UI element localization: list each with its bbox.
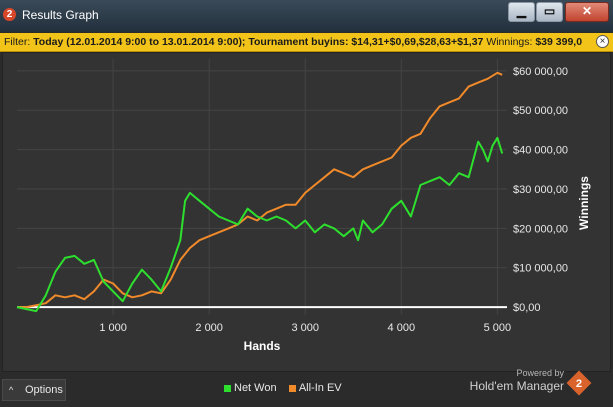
legend-label-net-won: Net Won [234,382,277,394]
legend-swatch-all-in-ev [288,384,296,392]
x-tick-label: 1 000 [99,322,127,334]
filter-buyins-label: Tournament buyins: [248,36,349,48]
options-button[interactable]: ^ Options [2,379,66,401]
x-tick-label: 3 000 [291,322,319,334]
chevron-up-icon: ^ [9,385,14,395]
y-tick-label: $10 000,00 [513,263,568,275]
chart-grid [17,59,507,315]
y-tick-label: $30 000,00 [513,184,568,196]
maximize-icon: ▭ [543,4,556,18]
title-bar: 2 Results Graph ▁ ▭ ✕ [0,0,613,32]
powered-by-brand[interactable]: Powered by Hold'em Manager 2 [469,368,592,398]
x-tick-label: 2 000 [195,322,223,334]
minimize-icon: ▁ [516,4,527,18]
window-title: Results Graph [22,8,99,22]
filter-winnings-label: Winnings: [486,36,533,48]
x-tick-label: 5 000 [484,322,512,334]
close-button[interactable]: ✕ [565,2,609,22]
plot-area [17,59,507,315]
filter-label: Filter: [4,36,31,48]
y-tick-label: $20 000,00 [513,223,568,235]
brand-logo-text: 2 [575,376,583,390]
filter-buyins-value: $14,31+$0,69,$28,63+$1,37 [351,36,484,48]
legend-swatch-net-won [224,384,231,392]
x-tick-label: 4 000 [388,322,416,334]
y-tick-label: $60 000,00 [513,66,568,78]
legend-item-all-in-ev[interactable]: All-In EV [288,382,342,394]
legend-label-all-in-ev: All-In EV [298,382,342,394]
filter-date-range: Today (12.01.2014 9:00 to 13.01.2014 9:0… [33,36,246,48]
footer-bar: ^ Options Net Won All-In EV Powered by H… [0,368,613,407]
results-graph: 1 000 2 000 3 000 4 000 5 000 $0,00 $10 000,00… [2,52,611,372]
close-icon: ✕ [581,4,593,18]
y-axis-label: Winnings [577,176,591,230]
maximize-button[interactable]: ▭ [536,2,563,22]
filter-winnings-value: $39 399,0 [535,36,583,48]
options-label: Options [25,384,63,396]
y-tick-label: $0,00 [513,302,541,314]
filter-bar[interactable]: Filter: Today (12.01.2014 9:00 to 13.01.… [0,33,613,52]
y-tick-label: $40 000,00 [513,145,568,157]
results-chart: 1 000 2 000 3 000 4 000 5 000$0,00 $10 000,00… [16,59,591,353]
y-tick-label: $50 000,00 [513,105,568,117]
app-logo-icon: 2 [3,8,16,21]
x-axis-label: Hands [244,339,281,353]
chart-legend: Net Won All-In EV [224,382,342,394]
filter-text: Filter: Today (12.01.2014 9:00 to 13.01.… [4,36,582,48]
powered-by-text: Powered by [516,368,564,378]
legend-item-net-won[interactable]: Net Won [224,382,277,394]
minimize-button[interactable]: ▁ [508,2,535,22]
brand-name: Hold'em Manager [469,379,564,393]
filter-close-button[interactable]: × [596,35,609,48]
brand-logo-icon: 2 [566,370,592,396]
